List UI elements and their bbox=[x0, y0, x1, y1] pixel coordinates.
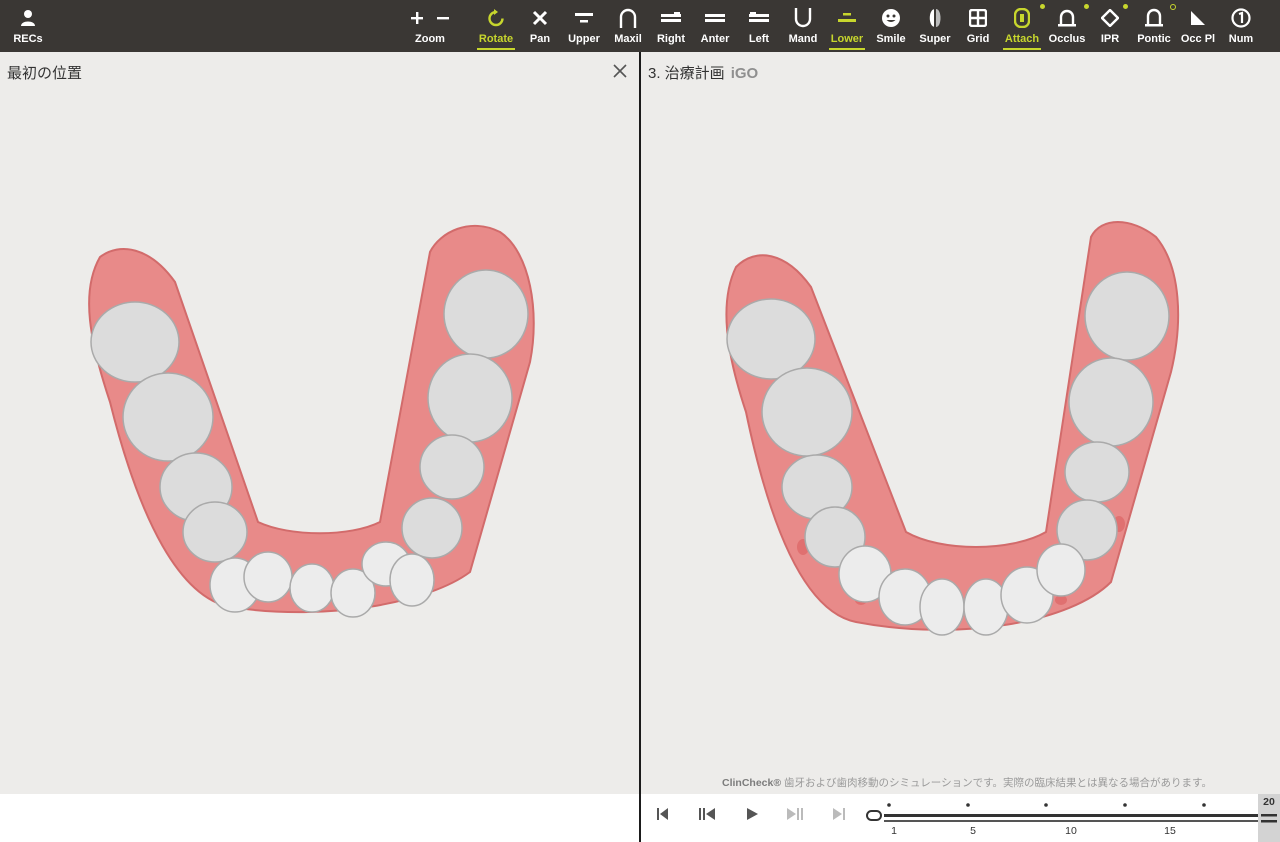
recs-button[interactable]: RECs bbox=[10, 0, 46, 52]
user-icon bbox=[20, 6, 36, 30]
super-icon bbox=[927, 6, 943, 30]
right-icon bbox=[661, 6, 681, 30]
num-button[interactable]: Num bbox=[1224, 0, 1258, 52]
occlus-indicator-dot bbox=[1084, 4, 1089, 9]
occ-pl-icon bbox=[1190, 6, 1206, 30]
left-view-button[interactable]: Left bbox=[741, 0, 777, 52]
anter-view-button[interactable]: Anter bbox=[697, 0, 733, 52]
current-stage-number: 20 bbox=[1263, 796, 1275, 808]
occ-pl-button[interactable]: Occ Pl bbox=[1179, 0, 1217, 52]
stage-timeline-track[interactable] bbox=[866, 800, 1261, 830]
ipr-icon bbox=[1101, 6, 1119, 30]
occlus-icon bbox=[1057, 6, 1077, 30]
pontic-button[interactable]: Pontic bbox=[1134, 0, 1176, 52]
stage-handle-icon bbox=[1261, 814, 1277, 823]
pan-icon bbox=[532, 6, 548, 30]
mand-button[interactable]: Mand bbox=[785, 0, 821, 52]
ipr-indicator-dot bbox=[1123, 4, 1128, 9]
lower-jaw-model-treatment bbox=[725, 221, 1180, 636]
grid-icon bbox=[969, 6, 987, 30]
bottom-bar-left bbox=[0, 794, 639, 842]
playback-bar: 1 5 10 15 20 bbox=[641, 794, 1280, 842]
occlus-button[interactable]: Occlus bbox=[1047, 0, 1089, 52]
maxil-button[interactable]: Maxil bbox=[610, 0, 646, 52]
lower-icon bbox=[838, 6, 856, 30]
num-icon bbox=[1231, 6, 1251, 30]
attach-icon bbox=[1014, 6, 1030, 30]
zoom-control: Zoom bbox=[404, 0, 456, 52]
upper-button[interactable]: Upper bbox=[565, 0, 603, 52]
ipr-button[interactable]: IPR bbox=[1094, 0, 1128, 52]
current-stage-box[interactable]: 20 bbox=[1258, 794, 1280, 842]
timeline-label: 15 bbox=[1164, 825, 1176, 837]
lower-jaw-model-initial bbox=[88, 224, 535, 618]
first-stage-icon[interactable] bbox=[657, 808, 669, 820]
zoom-in-icon[interactable] bbox=[411, 12, 423, 24]
lower-button[interactable]: Lower bbox=[826, 0, 868, 52]
grid-button[interactable]: Grid bbox=[961, 0, 995, 52]
left-icon bbox=[749, 6, 769, 30]
maxil-icon bbox=[619, 6, 637, 30]
attach-indicator-dot bbox=[1040, 4, 1045, 9]
anter-icon bbox=[705, 6, 725, 30]
timeline-label: 5 bbox=[970, 825, 976, 837]
pan-button[interactable]: Pan bbox=[523, 0, 557, 52]
timeline-label: 1 bbox=[891, 825, 897, 837]
pontic-icon bbox=[1144, 6, 1164, 30]
timeline-label: 10 bbox=[1065, 825, 1077, 837]
smile-icon bbox=[881, 6, 901, 30]
zoom-out-icon[interactable] bbox=[437, 12, 449, 24]
attach-button[interactable]: Attach bbox=[1001, 0, 1045, 52]
rotate-icon bbox=[487, 6, 505, 30]
last-stage-icon[interactable] bbox=[833, 808, 845, 820]
initial-position-viewport[interactable]: 最初の位置 bbox=[0, 52, 639, 794]
previous-stage-icon[interactable] bbox=[699, 808, 715, 820]
mand-icon bbox=[794, 6, 812, 30]
super-button[interactable]: Super bbox=[916, 0, 954, 52]
treatment-plan-viewport[interactable]: 3. 治療計画 iGO ClinCheck® 歯牙および歯肉移動のシミュレーショ… bbox=[641, 52, 1280, 794]
next-stage-icon[interactable] bbox=[787, 808, 803, 820]
right-view-button[interactable]: Right bbox=[653, 0, 689, 52]
upper-icon bbox=[575, 6, 593, 30]
clincheck-disclaimer: ClinCheck® 歯牙および歯肉移動のシミュレーションです。実際の臨床結果と… bbox=[722, 777, 1212, 789]
pontic-indicator-dot bbox=[1170, 4, 1176, 10]
play-icon[interactable] bbox=[746, 808, 758, 820]
smile-button[interactable]: Smile bbox=[872, 0, 910, 52]
toolbar: RECs Zoom Rotate Pan Upper Maxil Right A… bbox=[0, 0, 1280, 52]
rotate-button[interactable]: Rotate bbox=[475, 0, 517, 52]
